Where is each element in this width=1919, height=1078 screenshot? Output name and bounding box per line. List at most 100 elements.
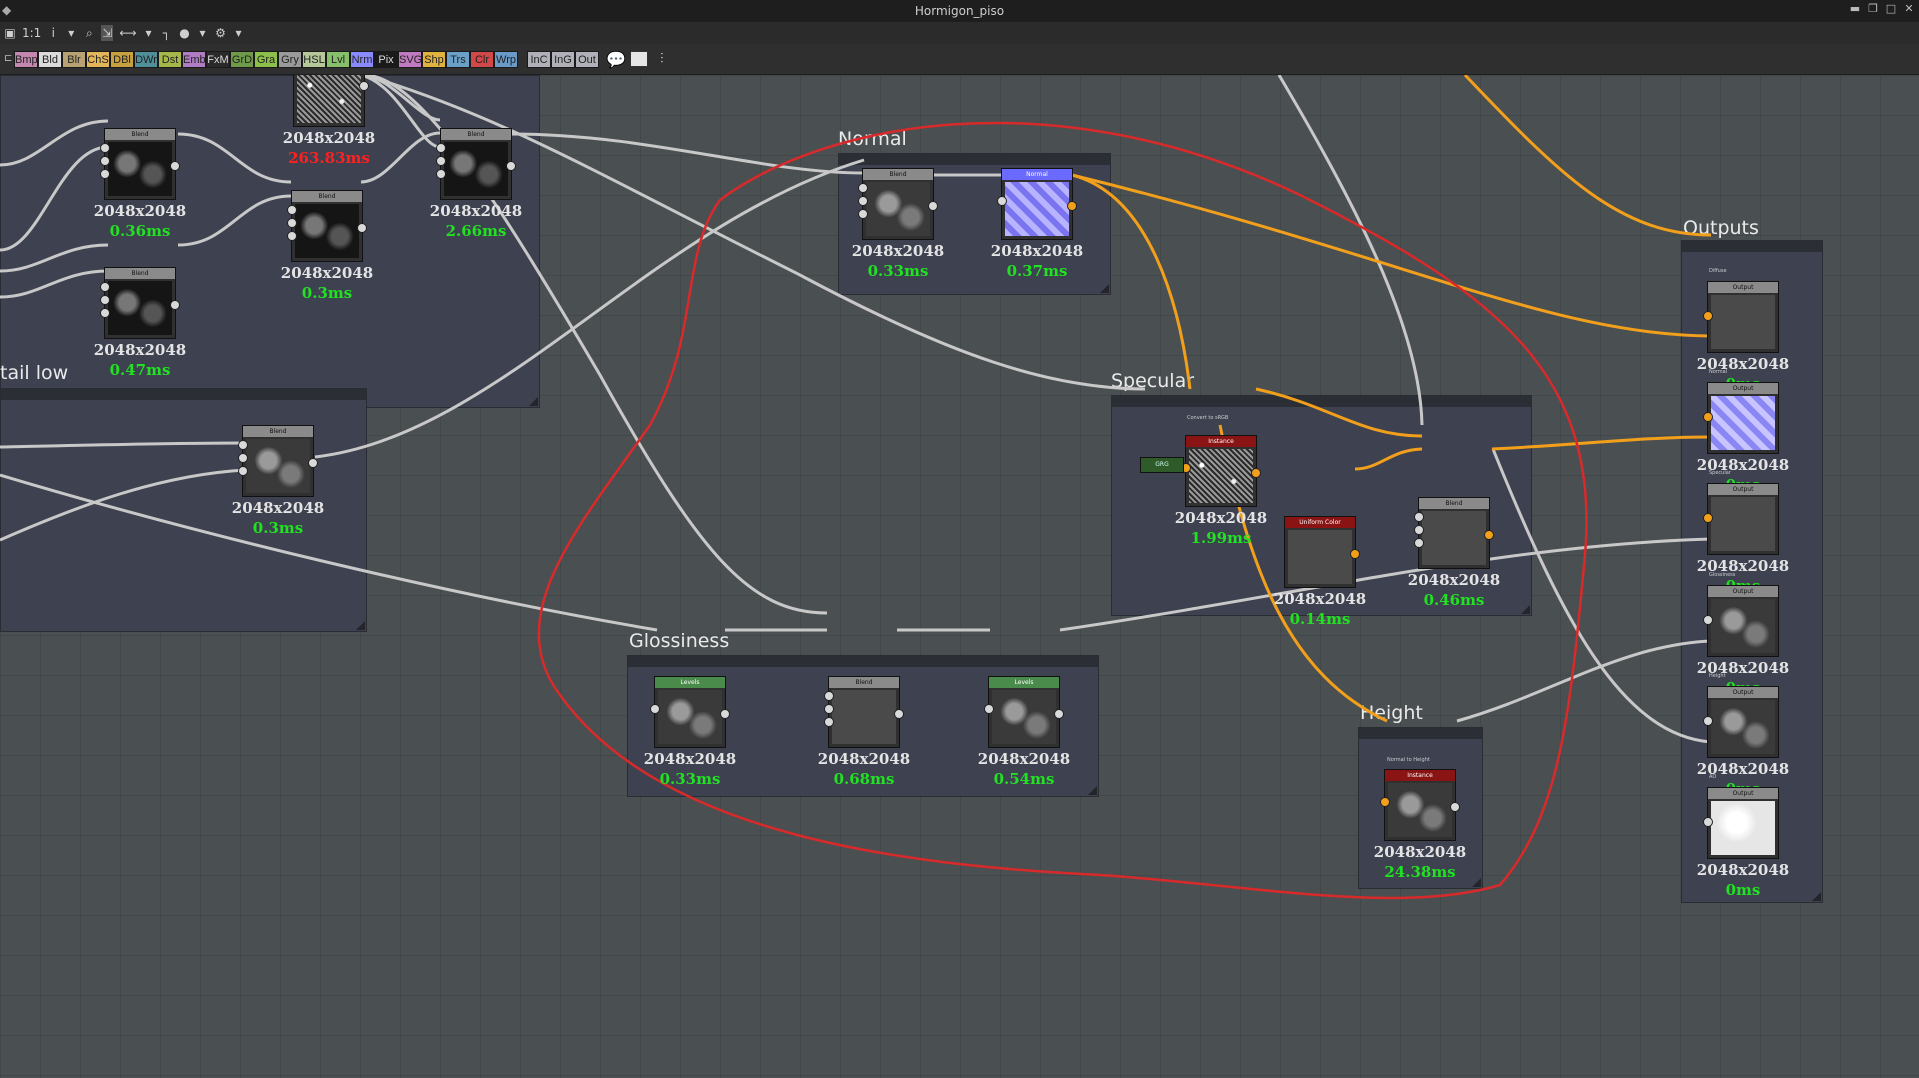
library-chip-ing[interactable]: InG (551, 51, 575, 68)
library-chip-chs[interactable]: ChS (86, 51, 110, 68)
output-port[interactable] (1067, 201, 1077, 211)
node-gloss-levels1[interactable]: Levels (650, 676, 730, 748)
library-chip-clr[interactable]: Clr (470, 51, 494, 68)
output-port[interactable] (359, 81, 369, 91)
library-chip-fxm[interactable]: FxM (206, 51, 230, 68)
library-chip-bld[interactable]: Bld (38, 51, 62, 68)
input-port[interactable] (1703, 817, 1713, 827)
chevron-down-icon[interactable]: ▾ (143, 25, 155, 41)
fit-view-icon[interactable]: ▣ (4, 25, 16, 41)
input-port[interactable] (1703, 716, 1713, 726)
input-port[interactable] (984, 704, 994, 714)
input-port[interactable] (238, 440, 248, 450)
align-icon[interactable]: ⇲ (101, 25, 114, 41)
search-icon[interactable]: ⌕ (83, 25, 95, 41)
node-blend-b[interactable]: Blend (100, 267, 180, 339)
input-port[interactable] (858, 196, 868, 206)
library-chip-wrp[interactable]: Wrp (494, 51, 518, 68)
output-port[interactable] (170, 161, 180, 171)
input-port[interactable] (100, 282, 110, 292)
link-icon[interactable]: ⊏ (4, 53, 12, 64)
output-port[interactable] (170, 300, 180, 310)
output-port[interactable] (1484, 530, 1494, 540)
node-normal-blend[interactable]: Blend (858, 168, 938, 240)
node-spec-blend[interactable]: Blend (1414, 497, 1494, 569)
node-uniform-color[interactable]: Uniform Color (1284, 516, 1360, 588)
chevron-down-icon[interactable]: ▾ (197, 25, 209, 41)
library-chip-bmp[interactable]: Bmp (14, 51, 38, 68)
link-elbow-icon[interactable]: ┐ (161, 25, 173, 41)
node-output-glossiness[interactable]: Output (1703, 585, 1779, 657)
chevron-down-icon[interactable]: ▾ (233, 25, 245, 41)
library-chip-emb[interactable]: Emb (182, 51, 206, 68)
input-port[interactable] (858, 183, 868, 193)
node-output-ao[interactable]: Output (1703, 787, 1779, 859)
gear-icon[interactable]: ⚙ (215, 25, 227, 41)
node-grg[interactable]: GRG (1140, 457, 1184, 473)
maximize-icon[interactable]: □ (1885, 2, 1897, 16)
graph-canvas[interactable]: tail low Normal Specular Glossiness Heig… (0, 75, 1919, 1078)
output-port[interactable] (894, 709, 904, 719)
output-port[interactable] (308, 458, 318, 468)
link-style-icon[interactable]: ⟷ (119, 25, 136, 41)
info-button[interactable]: i (47, 25, 59, 41)
input-port[interactable] (238, 453, 248, 463)
library-chip-gry[interactable]: Gry (278, 51, 302, 68)
input-port[interactable] (650, 704, 660, 714)
input-port[interactable] (858, 209, 868, 219)
input-port[interactable] (436, 143, 446, 153)
restore-icon[interactable]: ❐ (1867, 2, 1879, 16)
node-blend-d[interactable]: Blend (436, 128, 516, 200)
library-chip-lvl[interactable]: Lvl (326, 51, 350, 68)
input-port[interactable] (100, 156, 110, 166)
library-chip-shp[interactable]: Shp (422, 51, 446, 68)
library-chip-trs[interactable]: Trs (446, 51, 470, 68)
close-icon[interactable]: ✕ (1903, 2, 1915, 16)
input-port[interactable] (436, 169, 446, 179)
input-port[interactable] (1414, 538, 1424, 548)
frame-icon[interactable] (630, 51, 648, 67)
node-spec-instance[interactable]: Instance (1181, 435, 1261, 507)
input-port[interactable] (287, 218, 297, 228)
output-port[interactable] (1251, 468, 1261, 478)
chevron-down-icon[interactable]: ▾ (65, 25, 77, 41)
node-gloss-levels2[interactable]: Levels (984, 676, 1064, 748)
library-chip-gra[interactable]: Gra (254, 51, 278, 68)
node-output-specular[interactable]: Output (1703, 483, 1779, 555)
library-chip-hsl[interactable]: HSL (302, 51, 326, 68)
input-port[interactable] (1414, 525, 1424, 535)
input-port[interactable] (238, 466, 248, 476)
library-chip-nrm[interactable]: Nrm (350, 51, 374, 68)
node-blend-c[interactable]: Blend (287, 190, 367, 262)
output-port[interactable] (1054, 709, 1064, 719)
comment-icon[interactable]: 💬 (606, 50, 626, 69)
node-blend-a[interactable]: Blend (100, 128, 180, 200)
input-port[interactable] (100, 143, 110, 153)
library-chip-grd[interactable]: GrD (230, 51, 254, 68)
library-chip-out[interactable]: Out (575, 51, 599, 68)
output-port[interactable] (1350, 549, 1360, 559)
input-port[interactable] (997, 196, 1007, 206)
node-blend-low[interactable]: Blend (238, 425, 318, 497)
output-port[interactable] (357, 223, 367, 233)
node-output-height[interactable]: Output (1703, 686, 1779, 758)
output-port[interactable] (928, 201, 938, 211)
input-port[interactable] (100, 295, 110, 305)
pin-node-icon[interactable]: ⫶ (660, 51, 664, 67)
input-port[interactable] (1414, 512, 1424, 522)
library-chip-dst[interactable]: Dst (158, 51, 182, 68)
node-output-diffuse[interactable]: Output (1703, 281, 1779, 353)
input-port[interactable] (100, 308, 110, 318)
input-port[interactable] (436, 156, 446, 166)
input-port[interactable] (1703, 412, 1713, 422)
output-port[interactable] (506, 161, 516, 171)
node-gloss-blend[interactable]: Blend (824, 676, 904, 748)
input-port[interactable] (1703, 311, 1713, 321)
output-port[interactable] (1450, 802, 1460, 812)
zoom-1-1-button[interactable]: 1:1 (22, 25, 41, 41)
pin-icon[interactable]: ▬ (1849, 2, 1861, 16)
node-output-normal[interactable]: Output (1703, 382, 1779, 454)
input-port[interactable] (100, 169, 110, 179)
bake-icon[interactable]: ● (179, 25, 191, 41)
input-port[interactable] (1703, 513, 1713, 523)
